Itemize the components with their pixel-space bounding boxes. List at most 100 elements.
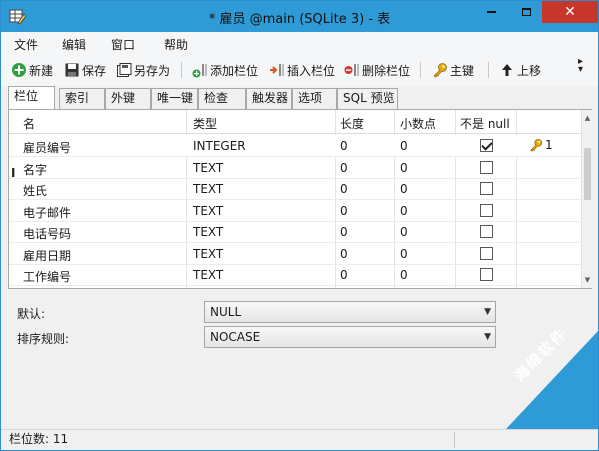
tab-triggers[interactable]: 触发器 xyxy=(246,88,292,109)
cell-name[interactable]: 雇员编号 xyxy=(23,139,71,156)
insert-column-label: 插入栏位 xyxy=(287,63,336,78)
not-null-checkbox[interactable] xyxy=(480,225,493,238)
cell-decimals[interactable]: 0 xyxy=(400,225,408,239)
current-row-indicator: I xyxy=(11,166,16,180)
close-button[interactable]: ✕ xyxy=(542,1,598,23)
menu-edit[interactable]: 编辑 xyxy=(62,36,86,53)
cell-length[interactable]: 0 xyxy=(340,268,348,282)
key-icon xyxy=(530,138,543,152)
key-icon xyxy=(433,63,447,78)
primary-key-button[interactable]: 主键 xyxy=(432,61,474,79)
cell-type[interactable]: TEXT xyxy=(193,161,223,175)
table-row[interactable]: 电话号码 TEXT 0 0 xyxy=(9,221,581,243)
chevron-down-icon: ▼ xyxy=(484,332,491,342)
header-not-null[interactable]: 不是 null xyxy=(460,115,510,132)
table-row[interactable]: 雇员编号 INTEGER 0 0 1 xyxy=(9,135,581,157)
tab-sql-preview[interactable]: SQL 预览 xyxy=(337,88,398,109)
cell-type[interactable]: TEXT xyxy=(193,204,223,218)
header-decimals[interactable]: 小数点 xyxy=(400,115,436,132)
tab-options[interactable]: 选项 xyxy=(292,88,337,109)
toolbar-separator xyxy=(420,62,421,78)
menu-help[interactable]: 帮助 xyxy=(164,36,188,53)
minimize-button[interactable] xyxy=(474,1,508,23)
cell-length[interactable]: 0 xyxy=(340,139,348,153)
toolbar-overflow-chevron-icon[interactable]: ▸ ▾ xyxy=(578,57,583,75)
collation-value: NOCASE xyxy=(210,330,261,344)
cell-decimals[interactable]: 0 xyxy=(400,139,408,153)
tab-unique-keys[interactable]: 唯一键 xyxy=(151,88,198,109)
tab-checks[interactable]: 检查 xyxy=(198,88,246,109)
default-label: 默认: xyxy=(17,307,46,321)
table-row[interactable]: 电子邮件 TEXT 0 0 xyxy=(9,200,581,222)
grid-header: 名 类型 长度 小数点 不是 null xyxy=(9,110,581,134)
cell-type[interactable]: TEXT xyxy=(193,247,223,261)
new-button[interactable]: 新建 xyxy=(11,61,53,79)
not-null-checkbox[interactable] xyxy=(480,182,493,195)
cell-length[interactable]: 0 xyxy=(340,247,348,261)
collation-select[interactable]: NOCASE ▼ xyxy=(204,326,496,348)
save-as-label: 另存为 xyxy=(134,63,171,78)
cell-type[interactable]: TEXT xyxy=(193,182,223,196)
not-null-checkbox[interactable] xyxy=(480,203,493,217)
cell-length[interactable]: 0 xyxy=(340,161,348,175)
table-row[interactable]: 雇用日期 TEXT 0 0 xyxy=(9,243,581,265)
delete-column-button[interactable]: 删除栏位 xyxy=(344,61,410,79)
collation-label: 排序规则: xyxy=(17,332,70,346)
cell-type[interactable]: TEXT xyxy=(193,225,223,239)
primary-key-indicator: 1 xyxy=(529,138,553,152)
table-row[interactable]: 姓氏 TEXT 0 0 xyxy=(9,178,581,200)
new-label: 新建 xyxy=(29,63,54,78)
cell-length[interactable]: 0 xyxy=(340,204,348,218)
primary-key-order: 1 xyxy=(545,138,553,152)
table-row[interactable]: 名字 TEXT 0 0 xyxy=(9,157,581,179)
save-label: 保存 xyxy=(82,63,107,78)
tab-columns[interactable]: 栏位 xyxy=(8,86,55,110)
table-row[interactable]: 工作编号 TEXT 0 0 xyxy=(9,264,581,286)
add-column-label: 添加栏位 xyxy=(210,63,259,78)
scroll-up-icon[interactable]: ▲ xyxy=(582,110,593,126)
save-button[interactable]: 保存 xyxy=(64,61,106,79)
insert-column-button[interactable]: 插入栏位 xyxy=(269,61,335,79)
delete-column-label: 删除栏位 xyxy=(362,63,411,78)
not-null-checkbox[interactable] xyxy=(480,160,493,174)
tab-indexes[interactable]: 索引 xyxy=(59,88,105,109)
cell-decimals[interactable]: 0 xyxy=(400,268,408,282)
new-icon xyxy=(12,63,26,77)
cell-name[interactable]: 雇用日期 xyxy=(23,247,71,264)
scroll-thumb[interactable] xyxy=(584,148,591,200)
not-null-checkbox[interactable] xyxy=(480,139,493,152)
header-type[interactable]: 类型 xyxy=(193,115,217,132)
maximize-button[interactable] xyxy=(509,1,543,23)
cell-length[interactable]: 0 xyxy=(340,225,348,239)
header-length[interactable]: 长度 xyxy=(340,115,364,132)
cell-decimals[interactable]: 0 xyxy=(400,204,408,218)
scroll-down-icon[interactable]: ▼ xyxy=(582,272,593,288)
default-select[interactable]: NULL ▼ xyxy=(204,301,496,323)
cell-length[interactable]: 0 xyxy=(340,182,348,196)
tab-foreign-keys[interactable]: 外键 xyxy=(105,88,151,109)
not-null-checkbox[interactable] xyxy=(480,268,493,281)
move-up-label: 上移 xyxy=(517,63,542,78)
cell-name[interactable]: 姓氏 xyxy=(23,182,47,199)
delete-column-icon xyxy=(344,64,359,76)
not-null-checkbox[interactable] xyxy=(480,246,493,260)
toolbar: 新建 保存 另存为 添加栏位 插入栏位 删除栏位 主键 上移 ▸ ▾ xyxy=(1,54,598,86)
cell-decimals[interactable]: 0 xyxy=(400,161,408,175)
cell-name[interactable]: 电子邮件 xyxy=(23,204,71,221)
cell-name[interactable]: 工作编号 xyxy=(23,268,71,285)
menu-window[interactable]: 窗口 xyxy=(111,36,135,53)
title-bar: * 雇员 @main (SQLite 3) - 表 ✕ xyxy=(1,1,598,32)
cell-decimals[interactable]: 0 xyxy=(400,247,408,261)
cell-type[interactable]: TEXT xyxy=(193,268,223,282)
cell-decimals[interactable]: 0 xyxy=(400,182,408,196)
menu-file[interactable]: 文件 xyxy=(14,36,38,53)
header-name[interactable]: 名 xyxy=(23,115,35,132)
save-as-button[interactable]: 另存为 xyxy=(116,61,170,79)
columns-panel: 名 类型 长度 小数点 不是 null 雇员编号 INTEGER 0 0 1 名字 TEXT… xyxy=(8,109,592,289)
grid-scrollbar[interactable]: ▲ ▼ xyxy=(581,110,592,288)
add-column-button[interactable]: 添加栏位 xyxy=(192,61,258,79)
cell-name[interactable]: 电话号码 xyxy=(23,225,71,242)
cell-type[interactable]: INTEGER xyxy=(193,139,246,153)
cell-name[interactable]: 名字 xyxy=(23,161,47,178)
move-up-button[interactable]: 上移 xyxy=(499,61,541,79)
